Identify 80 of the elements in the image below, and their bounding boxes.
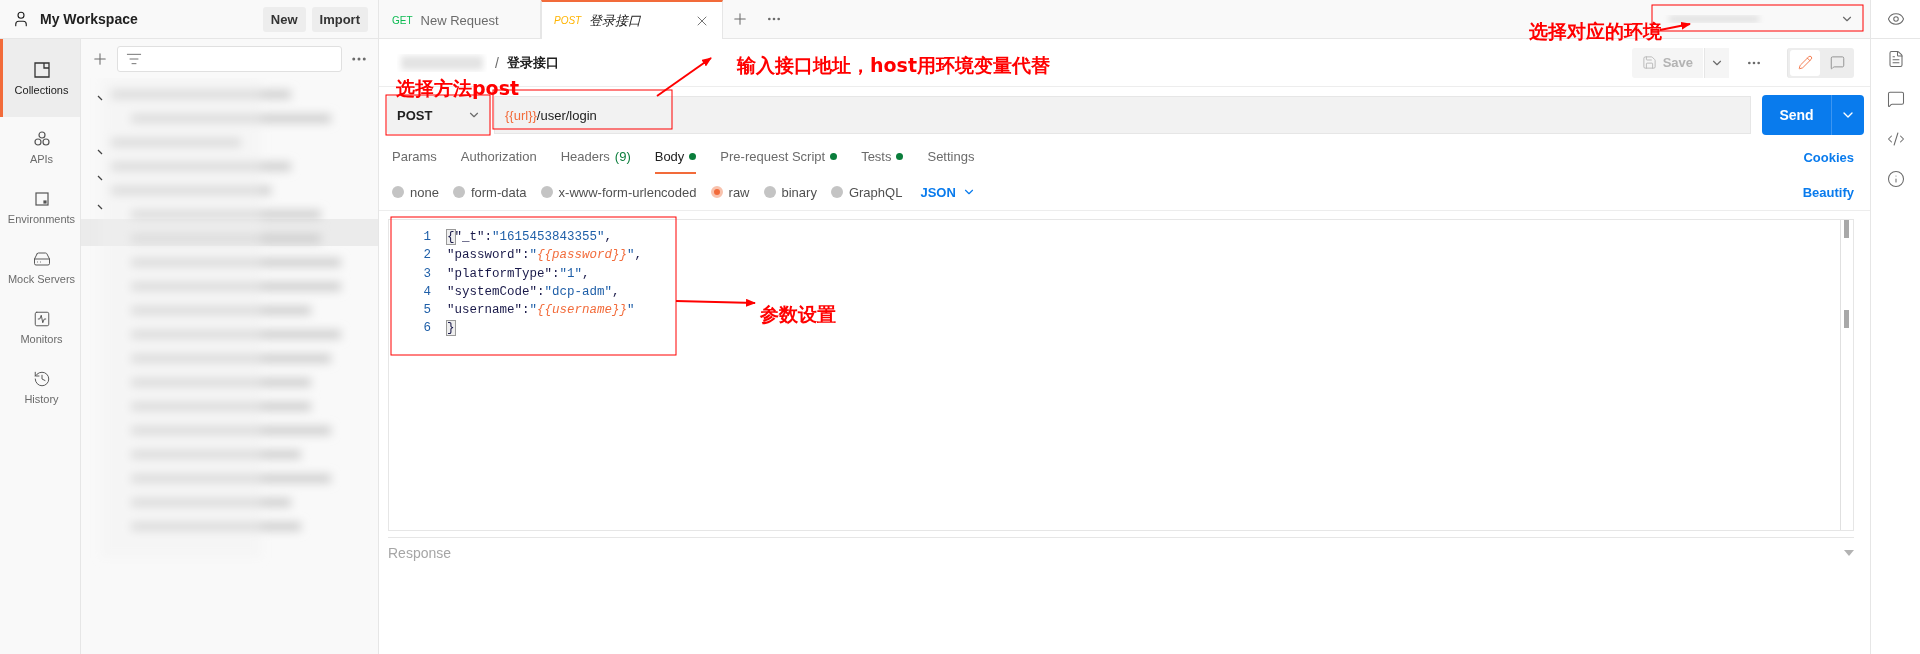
- body-type-radio[interactable]: GraphQL: [830, 184, 903, 200]
- line-number: 1: [423, 229, 431, 246]
- request-name: 登录接口: [506, 53, 559, 72]
- request-option-tab[interactable]: Headers (9): [560, 140, 631, 174]
- line-number: 3: [423, 265, 431, 283]
- method-label: GET: [392, 15, 413, 26]
- nav-label: Environments: [7, 212, 76, 225]
- radio-label: binary: [781, 184, 817, 200]
- tab-title: New Request: [420, 13, 500, 28]
- environment-icon: [32, 189, 51, 208]
- dropdown-icon: [1844, 550, 1854, 556]
- nav-label: Monitors: [20, 332, 63, 345]
- cookies-link[interactable]: Cookies: [1803, 149, 1854, 165]
- request-option-tab[interactable]: Tests: [861, 140, 904, 174]
- nav-item[interactable]: APIs: [0, 117, 80, 177]
- save-icon: [1641, 55, 1657, 70]
- monitor-icon: [32, 309, 51, 328]
- line-number: 5: [423, 302, 431, 320]
- info-icon[interactable]: [1886, 170, 1905, 188]
- code-icon[interactable]: [1886, 130, 1905, 148]
- workspace-title: My Workspace: [40, 11, 139, 27]
- document-icon[interactable]: [1886, 50, 1905, 68]
- annotation-text: 选择对应的环境: [1529, 19, 1662, 44]
- body-type-radio[interactable]: none: [392, 184, 439, 200]
- nav-item[interactable]: Mock Servers: [0, 237, 80, 297]
- request-option-tab[interactable]: Settings: [927, 140, 975, 174]
- nav-item[interactable]: Environments: [0, 177, 80, 237]
- server-icon: [32, 249, 51, 268]
- line-number: 4: [423, 283, 431, 301]
- body-type-radio[interactable]: raw: [710, 184, 750, 200]
- count-label: (9): [614, 148, 631, 164]
- nav-label: History: [24, 392, 59, 405]
- comment-icon: [1829, 55, 1845, 70]
- user-icon: [12, 10, 30, 28]
- nav-label: APIs: [29, 152, 54, 165]
- response-label: Response: [388, 545, 452, 561]
- collections-icon: [32, 60, 51, 79]
- new-button[interactable]: New: [262, 6, 306, 32]
- edit-toggle[interactable]: [1790, 49, 1820, 76]
- history-icon: [32, 369, 51, 388]
- method-label: POST: [554, 15, 582, 26]
- request-option-tab[interactable]: Authorization: [460, 140, 537, 174]
- code-line: {"_t":"1615453843355",: [447, 229, 614, 246]
- language-select[interactable]: JSON: [920, 184, 976, 200]
- radio-label: raw: [728, 184, 750, 200]
- radio-label: none: [410, 184, 439, 200]
- annotation-text: 输入接口地址，host用环境变量代替: [737, 53, 1050, 78]
- nav-label: Collections: [14, 83, 69, 96]
- tab-title: 登录接口: [589, 11, 643, 30]
- beautify-link[interactable]: Beautify: [1802, 184, 1854, 200]
- request-option-tab[interactable]: Params: [392, 140, 437, 174]
- annotation-arrow: [656, 57, 712, 97]
- request-option-tab[interactable]: Body: [654, 140, 697, 174]
- import-button[interactable]: Import: [311, 6, 368, 32]
- nav-item[interactable]: History: [0, 357, 80, 417]
- code-line: "systemCode":"dcp-adm",: [447, 283, 621, 301]
- code-line: "platformType":"1",: [447, 265, 591, 283]
- circles-icon: [32, 129, 51, 148]
- body-type-radio[interactable]: form-data: [452, 184, 527, 200]
- filter-field[interactable]: [117, 45, 342, 72]
- nav-label: Mock Servers: [7, 272, 76, 285]
- line-number: 6: [423, 320, 431, 338]
- breadcrumb-separator: /: [495, 54, 499, 71]
- radio-label: form-data: [470, 184, 527, 200]
- nav-item[interactable]: Collections: [0, 39, 80, 117]
- code-line: "username":"{{username}}": [447, 302, 636, 320]
- annotation-text: 参数设置: [760, 302, 836, 327]
- pencil-icon: [1797, 55, 1813, 70]
- nav-item[interactable]: Monitors: [0, 297, 80, 357]
- eye-icon[interactable]: [1886, 10, 1905, 28]
- radio-label: GraphQL: [848, 184, 903, 200]
- comment-icon[interactable]: [1886, 90, 1905, 108]
- code-line: "password":"{{password}}",: [447, 247, 643, 265]
- body-type-radio[interactable]: binary: [763, 184, 817, 200]
- send-button[interactable]: Send: [1762, 95, 1864, 135]
- url-field[interactable]: {{url}}/user/login: [494, 96, 1751, 134]
- request-option-tab[interactable]: Pre-request Script: [720, 140, 838, 174]
- request-tab[interactable]: POST 登录接口: [541, 0, 723, 39]
- line-number: 2: [423, 247, 431, 265]
- add-tab-icon[interactable]: [731, 10, 749, 28]
